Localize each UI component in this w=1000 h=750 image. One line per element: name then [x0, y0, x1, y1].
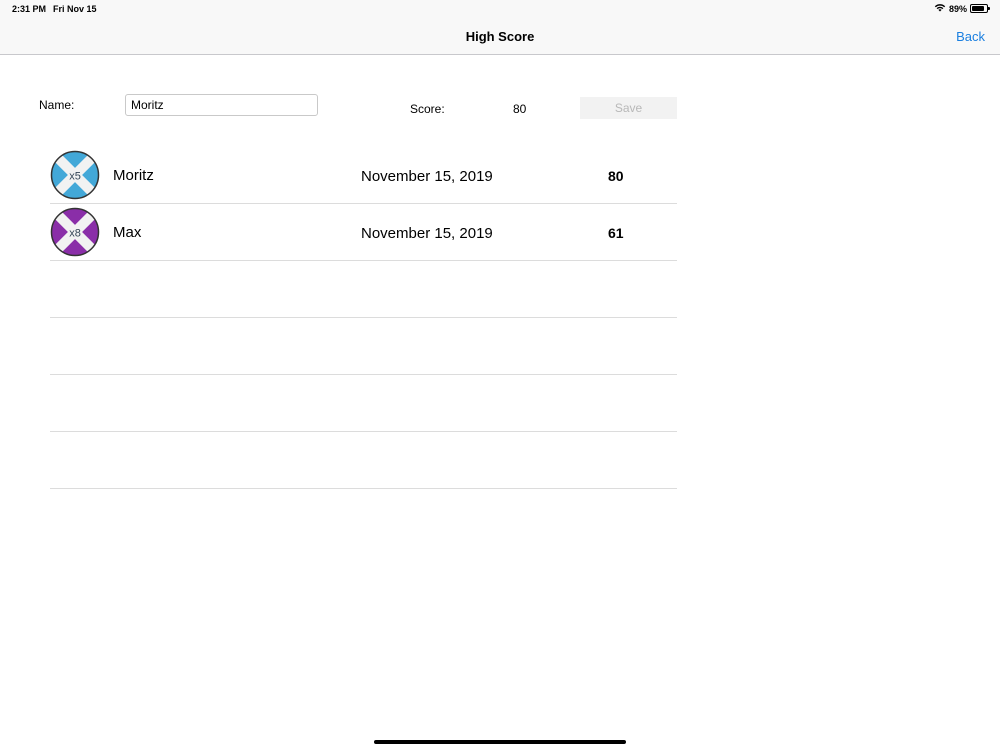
- name-label: Name:: [39, 98, 75, 112]
- player-name: Moritz: [113, 167, 154, 184]
- wifi-icon: [934, 3, 946, 14]
- battery-percentage: 89%: [948, 3, 967, 14]
- badge-icon: x8: [50, 207, 100, 257]
- score-points: 80: [608, 168, 624, 184]
- status-date: Fri Nov 15: [53, 4, 97, 14]
- score-label: Score:: [410, 102, 445, 116]
- battery-icon: [970, 4, 990, 13]
- status-bar: 2:31 PM Fri Nov 15 89%: [0, 0, 1000, 18]
- empty-table-row: [50, 318, 677, 375]
- badge-label: x8: [69, 228, 81, 240]
- badge-label: x5: [69, 171, 81, 183]
- empty-table-row: [50, 432, 677, 489]
- home-indicator[interactable]: [374, 740, 626, 744]
- page-title: High Score: [465, 29, 535, 44]
- score-points: 61: [608, 225, 624, 241]
- status-right: 89%: [934, 3, 990, 14]
- screen: 2:31 PM Fri Nov 15 89% High Score Back N…: [0, 0, 1000, 750]
- status-time: 2:31 PM: [12, 4, 47, 14]
- empty-table-row: [50, 261, 677, 318]
- player-name: Max: [113, 224, 142, 241]
- name-input[interactable]: [125, 94, 318, 116]
- save-button[interactable]: Save: [580, 97, 677, 119]
- badge-icon: x5: [50, 150, 100, 200]
- battery-fill: [972, 6, 985, 11]
- navigation-bar: High Score Back: [0, 18, 1000, 55]
- table-row[interactable]: x8 Max November 15, 2019 61: [50, 204, 677, 261]
- back-button[interactable]: Back: [956, 29, 985, 44]
- score-date: November 15, 2019: [361, 225, 493, 242]
- table-row[interactable]: x5 Moritz November 15, 2019 80: [50, 147, 677, 204]
- empty-table-row: [50, 375, 677, 432]
- score-date: November 15, 2019: [361, 168, 493, 185]
- high-score-table: x5 Moritz November 15, 2019 80 x8 Max No…: [50, 147, 677, 489]
- score-value: 80: [513, 102, 527, 116]
